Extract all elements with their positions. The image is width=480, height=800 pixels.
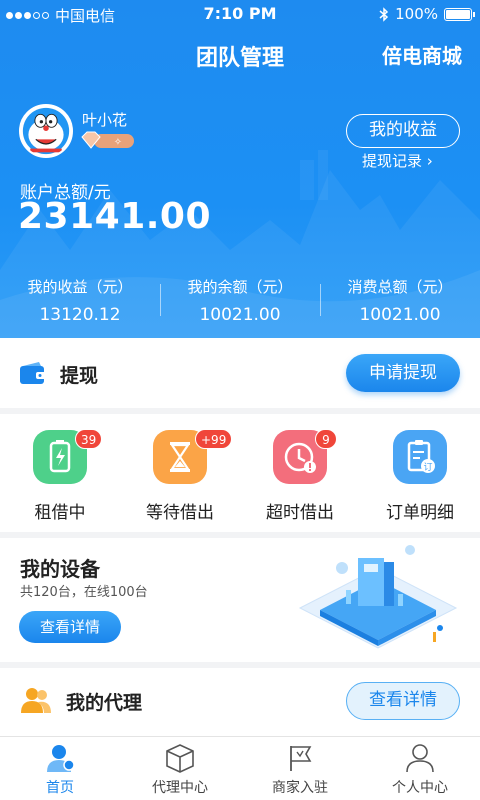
svg-text:✧: ✧ xyxy=(114,137,122,148)
tab-merchant-join[interactable]: 商家入驻 xyxy=(240,737,360,800)
grid-label: 订单明细 xyxy=(386,503,454,523)
tab-agent-center[interactable]: 代理中心 xyxy=(120,737,240,800)
grid-label: 等待借出 xyxy=(146,503,214,523)
stats-row: 我的收益（元） 13120.12 我的余额（元） 10021.00 消费总额（元… xyxy=(0,276,480,326)
stat-label: 消费总额（元） xyxy=(347,278,453,296)
svg-text:订: 订 xyxy=(423,462,432,473)
stat-consumption[interactable]: 消费总额（元） 10021.00 xyxy=(320,276,480,326)
count-badge: 39 xyxy=(75,429,103,449)
grid-label: 租借中 xyxy=(34,503,86,523)
battery-percent: 100% xyxy=(395,5,438,23)
users-icon xyxy=(21,688,51,713)
tab-home[interactable]: 首页 xyxy=(0,737,120,800)
stat-label: 我的余额（元） xyxy=(187,278,293,296)
tab-label: 个人中心 xyxy=(392,780,448,796)
bottom-tab-bar: 首页 代理中心 商家入驻 个人中心 xyxy=(0,736,480,800)
tab-label: 首页 xyxy=(46,780,74,796)
box-icon xyxy=(166,744,194,773)
stat-value: 13120.12 xyxy=(39,305,121,325)
stat-earnings[interactable]: 我的收益（元） 13120.12 xyxy=(0,276,160,326)
withdraw-record-link[interactable]: 提现记录 › xyxy=(362,150,433,171)
stat-value: 10021.00 xyxy=(199,305,281,325)
devices-subtitle: 共120台，在线100台 xyxy=(20,585,148,600)
doraemon-avatar-icon xyxy=(22,107,70,155)
my-earnings-button[interactable]: 我的收益 xyxy=(346,114,460,148)
hero-header: 中国电信 7:10 PM 100% 团队管理 倍电商城 叶小花 ✧ 我的收益 提… xyxy=(0,0,480,338)
battery-icon xyxy=(444,7,475,21)
tab-label: 代理中心 xyxy=(152,780,208,796)
person-icon xyxy=(406,744,434,773)
device-platform-illustration xyxy=(298,545,458,649)
agent-title: 我的代理 xyxy=(66,692,143,714)
user-name: 叶小花 xyxy=(82,111,128,129)
stat-balance[interactable]: 我的余额（元） 10021.00 xyxy=(160,276,320,326)
diamond-badge-icon: ✧ xyxy=(81,131,134,149)
wallet-icon xyxy=(20,362,46,384)
tab-label: 商家入驻 xyxy=(272,780,328,796)
devices-title: 我的设备 xyxy=(20,557,100,581)
agent-detail-button[interactable]: 查看详情 xyxy=(346,682,460,720)
count-badge: 9 xyxy=(315,429,337,449)
withdraw-title: 提现 xyxy=(60,365,99,387)
stat-label: 我的收益（元） xyxy=(27,278,133,296)
avatar[interactable] xyxy=(19,104,73,158)
home-person-icon xyxy=(47,745,75,772)
tab-personal-center[interactable]: 个人中心 xyxy=(360,737,480,800)
grid-item-renting[interactable]: 39 租借中 xyxy=(0,414,120,532)
status-bar: 中国电信 7:10 PM 100% xyxy=(0,0,480,28)
devices-detail-button[interactable]: 查看详情 xyxy=(19,611,121,643)
order-status-grid: 39 租借中 +99 等待借出 9 超时借出 订 订单明细 xyxy=(0,414,480,532)
mall-link[interactable]: 倍电商城 xyxy=(382,40,462,69)
my-devices-section: 我的设备 共120台，在线100台 查看详情 xyxy=(0,538,480,662)
chevron-right-icon: › xyxy=(426,152,433,170)
flag-store-icon xyxy=(290,746,312,771)
order-detail-icon: 订 xyxy=(393,430,447,484)
stat-value: 10021.00 xyxy=(359,305,441,325)
grid-label: 超时借出 xyxy=(266,503,334,523)
my-agent-section: 我的代理 查看详情 xyxy=(0,668,480,736)
account-total-value: 23141.00 xyxy=(18,196,212,237)
withdraw-record-label: 提现记录 xyxy=(362,152,423,170)
grid-item-waiting[interactable]: +99 等待借出 xyxy=(120,414,240,532)
withdraw-section: 提现 申请提现 xyxy=(0,338,480,408)
count-badge: +99 xyxy=(195,429,233,449)
bluetooth-icon xyxy=(379,6,389,22)
apply-withdraw-button[interactable]: 申请提现 xyxy=(346,354,460,392)
grid-item-overdue[interactable]: 9 超时借出 xyxy=(240,414,360,532)
grid-item-order-detail[interactable]: 订 订单明细 xyxy=(360,414,480,532)
